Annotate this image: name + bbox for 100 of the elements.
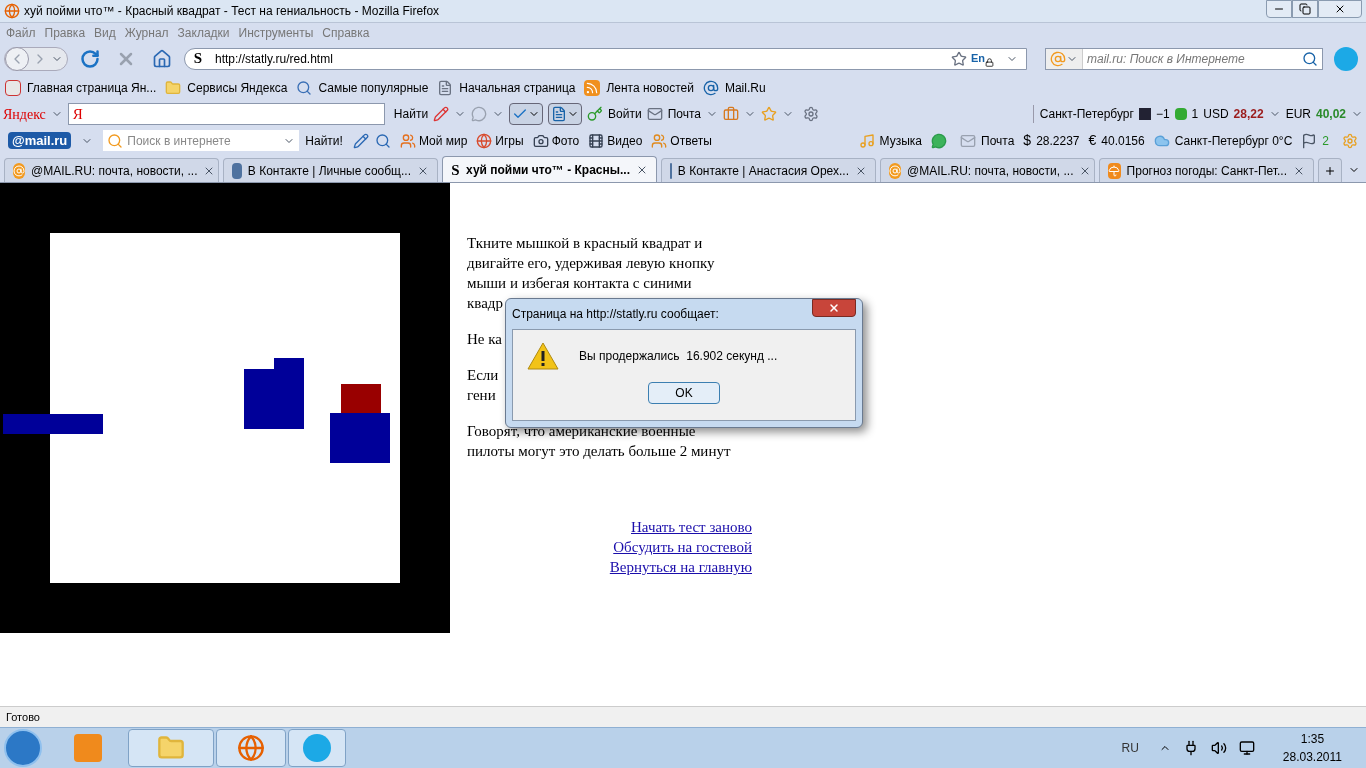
search-field[interactable]: mail.ru: Поиск в Интернете	[1045, 47, 1323, 70]
address-bar[interactable]: S http://statly.ru/red.html En	[184, 47, 1027, 70]
search-placeholder: Поиск в интернете	[127, 132, 231, 150]
browser-tab[interactable]: S хуй пойми что™ - Красны...	[442, 156, 657, 182]
close-button[interactable]	[812, 299, 856, 317]
page-link[interactable]: Начать тест заново	[631, 517, 752, 537]
page-link[interactable]: Вернуться на главную	[609, 557, 752, 577]
star-icon[interactable]	[761, 106, 777, 122]
document-icon	[551, 106, 568, 122]
dialog-title: Страница на http://statly.ru сообщает:	[512, 306, 719, 323]
browser-tab[interactable]: @MAIL.RU: почта, новости, ...	[880, 158, 1095, 182]
restore-icon	[1299, 3, 1311, 15]
eur-rate: 40.0156	[1101, 132, 1145, 150]
game-board[interactable]	[0, 183, 450, 633]
star-icon[interactable]	[950, 50, 967, 67]
bookmark-item[interactable]: Сервисы Яндекса	[187, 78, 288, 97]
mail-ru-logo[interactable]: @mail.ru	[8, 132, 72, 149]
bookmark-item[interactable]: Mail.Ru	[724, 78, 766, 97]
instruction-text: Говорят, что американские военные пилоты могут это делать больше 2 минут	[467, 422, 731, 461]
bookmark-item[interactable]: Главная страница Ян...	[27, 78, 157, 97]
page-link[interactable]: Обсудить на гостевой	[613, 537, 752, 557]
ok-button[interactable]: OK	[648, 382, 720, 404]
minimize-button[interactable]	[1266, 0, 1292, 18]
clock-date[interactable]: 28.03.2011	[1282, 748, 1342, 766]
rss-icon	[584, 79, 601, 96]
search-engine-icon[interactable]	[1050, 50, 1066, 67]
globe-icon	[476, 132, 493, 149]
bookmark-item[interactable]: Лента новостей	[606, 78, 694, 97]
settings-icon[interactable]	[1342, 132, 1358, 149]
wallet-icon[interactable]	[723, 106, 739, 122]
eur-label: EUR	[1285, 106, 1311, 123]
toolbar-link[interactable]: Музыка	[879, 131, 922, 150]
language-indicator[interactable]: RU	[1121, 739, 1139, 757]
translate-button[interactable]	[548, 103, 583, 125]
weather-text[interactable]: Санкт-Петербург 0°C	[1174, 131, 1293, 150]
site-icon: S	[185, 47, 211, 70]
mail-button[interactable]: Почта	[667, 105, 701, 123]
settings-icon[interactable]	[803, 106, 819, 122]
toolbar-link[interactable]: Видео	[607, 131, 643, 150]
browser-tab[interactable]: @MAIL.RU: почта, новости, ...	[4, 158, 219, 182]
yandex-search-field[interactable]: Я	[67, 103, 385, 125]
instruction-text: Если гени	[467, 366, 499, 405]
bookmark-item[interactable]: Самые популярные	[318, 78, 429, 97]
start-button[interactable]	[4, 729, 42, 767]
toolbar-link[interactable]: Ответы	[670, 131, 712, 150]
yandex-icon	[5, 79, 21, 96]
reload-icon	[80, 48, 100, 69]
obstacle	[330, 413, 390, 463]
usd-rate: 28,22	[1233, 106, 1264, 123]
toolbar-link[interactable]: Игры	[495, 131, 524, 150]
language-indicator[interactable]: En	[970, 50, 985, 67]
speech-bubble-icon[interactable]	[471, 106, 488, 122]
taskbar-button[interactable]	[288, 729, 346, 767]
traffic-level: 2	[1322, 132, 1329, 150]
chat-icon[interactable]	[931, 132, 947, 149]
toolbar-link[interactable]: Мой мир	[418, 131, 468, 150]
lock-icon	[985, 57, 994, 67]
obstacle	[244, 358, 304, 429]
traffic-icon	[1138, 108, 1151, 120]
browser-tab[interactable]: Прогноз погоды: Санкт-Пет...	[1099, 158, 1314, 182]
pencil-icon[interactable]	[433, 106, 450, 122]
back-button[interactable]	[5, 46, 29, 71]
mail-icon	[960, 132, 976, 149]
toolbar-link[interactable]: Почта	[981, 131, 1015, 150]
at-sign-icon	[702, 79, 719, 96]
search-engine-icon	[107, 132, 124, 149]
search-button[interactable]: Найти	[393, 105, 429, 123]
search-button[interactable]: Найти!	[305, 131, 343, 150]
folder-icon	[165, 79, 182, 96]
toolbar-link[interactable]: Фото	[551, 131, 580, 150]
usd-label: USD	[1203, 106, 1229, 123]
login-button[interactable]: Войти	[608, 105, 642, 123]
yandex-logo[interactable]: Яндекс	[3, 103, 46, 125]
restore-button[interactable]	[1292, 0, 1318, 18]
yandex-search-logo: Я	[72, 104, 83, 124]
search-icon[interactable]	[1302, 50, 1318, 67]
new-tab-button[interactable]	[1318, 158, 1343, 182]
bookmark-item[interactable]: Начальная страница	[459, 78, 576, 97]
browser-tab[interactable]: В Контакте | Анастасия Орех...	[661, 158, 876, 182]
volume-icon[interactable]	[1210, 740, 1227, 756]
taskbar-button[interactable]	[216, 729, 286, 767]
page-icon	[437, 79, 454, 96]
browser-tab[interactable]: В Контакте | Личные сообщ...	[223, 158, 438, 182]
city-label[interactable]: Санкт-Петербург	[1039, 105, 1134, 123]
person-icon	[651, 132, 668, 149]
magnifier-icon[interactable]	[374, 132, 391, 149]
network-icon[interactable]	[1238, 740, 1255, 756]
pencil-icon[interactable]	[352, 132, 369, 149]
folder-icon	[157, 734, 185, 762]
mail-icon	[646, 106, 663, 122]
taskbar-button[interactable]	[128, 729, 214, 767]
clock-time[interactable]: 1:35	[1300, 730, 1325, 748]
rating-icon	[1174, 108, 1187, 120]
euro-sign: €	[1088, 131, 1097, 150]
spellcheck-button[interactable]	[509, 103, 544, 125]
url-text: http://statly.ru/red.html	[215, 50, 333, 68]
instruction-text: Не ка	[467, 330, 502, 349]
mail-search-field[interactable]: Поиск в интернете	[103, 130, 300, 151]
window-title: хуй пойми что™ - Красный квадрат - Тест на гениальность - Mozilla Firefox	[24, 3, 440, 20]
search-placeholder: mail.ru: Поиск в Интернете	[1087, 50, 1245, 68]
